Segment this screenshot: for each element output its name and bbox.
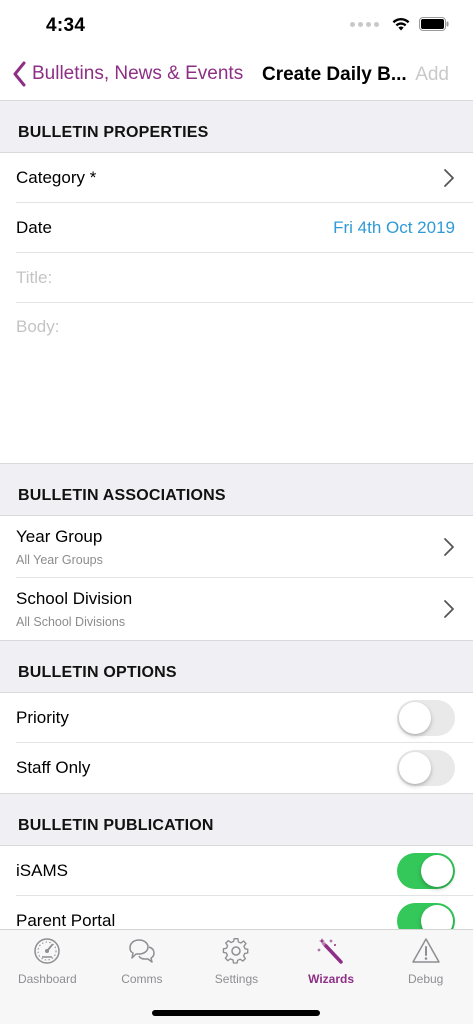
toggle-knob: [399, 701, 431, 734]
chevron-left-icon: [13, 61, 26, 87]
toggle-knob: [421, 854, 453, 887]
year-group-value: All Year Groups: [16, 552, 103, 567]
status-bar: 4:34: [0, 0, 473, 50]
tab-comms[interactable]: Comms: [95, 930, 190, 992]
section-header-properties: BULLETIN PROPERTIES: [0, 101, 473, 153]
parent-portal-label: Parent Portal: [16, 911, 116, 929]
navigation-bar: Bulletins, News & Events Create Daily B.…: [0, 50, 473, 101]
home-indicator[interactable]: [152, 1010, 320, 1016]
status-time: 4:34: [46, 15, 86, 36]
tab-bar: Dashboard Comms Settings Wizards Debug: [0, 929, 473, 1024]
toggle-knob: [421, 905, 453, 929]
associations-group: Year Group All Year Groups School Divisi…: [0, 516, 473, 641]
tab-label: Dashboard: [17, 972, 77, 986]
date-label: Date: [16, 217, 52, 237]
tab-label: Wizards: [308, 972, 355, 986]
isams-row: iSAMS: [16, 846, 473, 896]
date-value[interactable]: Fri 4th Oct 2019: [333, 218, 455, 238]
chat-bubbles-icon: [129, 939, 155, 963]
section-header-associations: BULLETIN ASSOCIATIONS: [0, 464, 473, 516]
school-division-value: All School Divisions: [16, 615, 126, 629]
tab-label: Debug: [407, 972, 444, 986]
add-button[interactable]: Add: [415, 64, 449, 86]
date-row[interactable]: Date Fri 4th Oct 2019: [16, 203, 473, 253]
chevron-right-icon: [444, 168, 454, 187]
category-label: Category *: [16, 167, 97, 187]
back-label: Bulletins, News & Events: [32, 63, 244, 84]
parent-portal-toggle[interactable]: [397, 903, 455, 929]
school-division-label: School Division: [16, 589, 133, 608]
staff-only-row: Staff Only: [16, 743, 473, 793]
tab-label: Settings: [214, 972, 259, 986]
priority-toggle[interactable]: [397, 699, 455, 736]
isams-toggle[interactable]: [397, 852, 455, 889]
priority-row: Priority: [16, 693, 473, 743]
tab-wizards[interactable]: Wizards: [284, 930, 379, 992]
chevron-right-icon: [444, 537, 454, 556]
form-content[interactable]: BULLETIN PROPERTIES Category * Date Fri …: [0, 101, 473, 929]
cellular-signal-icon: [350, 21, 379, 27]
title-field[interactable]: Title:: [16, 253, 473, 303]
warning-triangle-icon: [411, 938, 440, 963]
isams-label: iSAMS: [16, 860, 68, 880]
back-button[interactable]: Bulletins, News & Events: [12, 61, 243, 87]
chevron-right-icon: [444, 600, 454, 618]
publication-group: iSAMS Parent Portal: [0, 846, 473, 929]
category-row[interactable]: Category *: [16, 153, 473, 203]
properties-group: Category * Date Fri 4th Oct 2019 Title: …: [0, 153, 473, 464]
gear-icon: [223, 938, 249, 964]
school-division-row[interactable]: School Division All School Divisions: [16, 578, 473, 640]
staff-only-toggle[interactable]: [397, 750, 455, 786]
tab-label: Comms: [121, 972, 163, 986]
wifi-icon: [392, 17, 410, 31]
page-title: Create Daily B...: [262, 64, 407, 85]
toggle-knob: [399, 752, 431, 784]
priority-label: Priority: [16, 707, 69, 727]
body-field[interactable]: Body:: [16, 303, 473, 463]
tab-debug[interactable]: Debug: [378, 930, 473, 992]
year-group-label: Year Group: [16, 526, 103, 546]
battery-icon: [419, 17, 449, 31]
title-placeholder: Title:: [16, 267, 53, 287]
year-group-row[interactable]: Year Group All Year Groups: [16, 516, 473, 578]
tab-dashboard[interactable]: Dashboard: [0, 930, 95, 992]
tab-settings[interactable]: Settings: [189, 930, 284, 992]
magic-wand-icon: [317, 938, 343, 964]
status-icons: [350, 16, 449, 32]
options-group: Priority Staff Only: [0, 693, 473, 794]
section-header-publication: BULLETIN PUBLICATION: [0, 794, 473, 846]
body-placeholder: Body:: [16, 317, 60, 336]
staff-only-label: Staff Only: [16, 758, 91, 777]
section-header-options: BULLETIN OPTIONS: [0, 641, 473, 693]
parent-portal-row: Parent Portal: [16, 896, 473, 929]
dashboard-gauge-icon: [34, 938, 61, 964]
